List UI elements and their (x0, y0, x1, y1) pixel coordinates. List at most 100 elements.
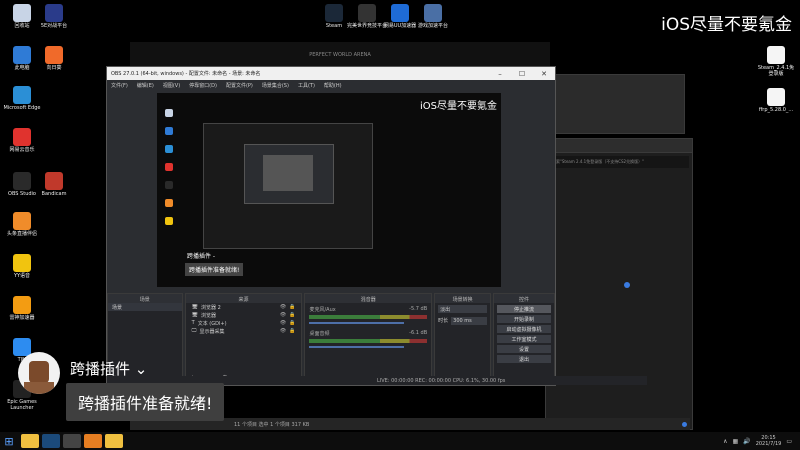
transition-type-select[interactable]: 淡出 (438, 305, 488, 313)
menu-item[interactable]: 视图(V) (163, 82, 180, 89)
chevron-down-icon[interactable]: ⌄ (135, 360, 148, 378)
lock-icon[interactable]: 🔒 (289, 320, 295, 326)
desktop-icon-label: 游戏加速平台 (417, 23, 448, 29)
control-button[interactable]: 设置 (497, 345, 551, 353)
controls-dock: 控件 停止推流 开始录制 启动虚拟摄像机 工作室模式 设置 退出 (493, 293, 555, 385)
desktop-icon-label: Steam_2.4.1免登录版 (757, 65, 795, 77)
app-icon (13, 86, 31, 104)
volume-icon[interactable]: 🔊 (743, 438, 750, 445)
lock-icon[interactable]: 🔒 (289, 328, 295, 334)
menu-item[interactable]: 编辑(E) (137, 82, 154, 89)
control-button[interactable]: 退出 (497, 355, 551, 363)
obs-title-text: OBS 27.0.1 (64-bit, windows) - 配置文件: 未命名… (111, 71, 261, 77)
source-type-icon: 🖵 (191, 328, 197, 334)
scroll-indicator-icon (682, 422, 687, 427)
desktop-icon-label: 雷神加速器 (9, 315, 35, 321)
preview-desktop-icon (165, 181, 173, 189)
visibility-icon[interactable]: 👁 (280, 320, 286, 326)
desktop-icon[interactable]: Bandicam (34, 172, 74, 198)
lock-icon[interactable]: 🔒 (289, 312, 295, 318)
plugin-avatar (18, 352, 60, 394)
desktop-icon[interactable]: 头条直播伴侣 (2, 212, 42, 238)
volume-slider[interactable] (309, 346, 404, 348)
control-button[interactable]: 启动虚拟摄像机 (497, 325, 551, 333)
app-icon (45, 46, 63, 64)
explorer-toolbar (546, 139, 692, 153)
control-button[interactable]: 停止推流 (497, 305, 551, 313)
background-window[interactable] (545, 74, 685, 134)
source-item[interactable]: 🖵 显示器采集 👁 🔒 (186, 327, 302, 335)
explorer-search[interactable]: 搜索"Steam 2.4.1免登录版（不支持CS2兑换版）" (549, 156, 689, 168)
preview-desktop-icon (165, 127, 173, 135)
preview-nested-capture (203, 123, 373, 249)
desktop-icon[interactable]: 网易云音乐 (2, 128, 42, 154)
desktop-icon[interactable]: ffrp_5.28.0_... (756, 88, 796, 114)
mixer-channel-name: 桌面音频 (309, 331, 330, 337)
file-icon (767, 88, 785, 106)
mixer-header: 混音器 (305, 294, 432, 303)
obs-menubar: 文件(F) 编辑(E) 视图(V) 停靠窗口(D) 配置文件(P) 场景集合(S) 工具(T… (107, 80, 555, 91)
transitions-header: 场景转换 (435, 294, 491, 303)
desktop-icon-label: Microsoft Edge (3, 105, 41, 111)
desktop-icon-label: Bandicam (41, 191, 67, 197)
desktop-icon[interactable]: Microsoft Edge (2, 86, 42, 112)
desktop-icon[interactable]: YY语音 (2, 254, 42, 280)
desktop-icon[interactable]: 向日葵 (34, 46, 74, 72)
obs-preview[interactable]: iOS尽量不要氪金 跨播插件 - 跨播插件准备就绪! (157, 93, 501, 287)
menu-item[interactable]: 停靠窗口(D) (189, 82, 217, 89)
menu-item[interactable]: 文件(F) (111, 82, 128, 89)
preview-desktop-icon (165, 163, 173, 171)
scene-item[interactable]: 场景 (108, 303, 182, 311)
source-item[interactable]: 🖥 浏览器 2 👁 🔒 (186, 303, 302, 311)
menu-item[interactable]: 场景集合(S) (262, 82, 289, 89)
network-icon[interactable]: ▦ (733, 438, 739, 445)
transition-duration-input[interactable]: 300 ms (451, 317, 488, 325)
control-button[interactable]: 开始录制 (497, 315, 551, 323)
control-button[interactable]: 工作室模式 (497, 335, 551, 343)
sources-dock: 来源 🖥浏览器 2👁🔒🖥浏览器👁🔒T文本 (GDI+)👁🔒🖵显示器采集👁🔒 + … (184, 293, 303, 385)
clock[interactable]: 20:15 2021/7/19 (756, 435, 782, 447)
desktop-icon[interactable]: 游戏加速平台 (413, 4, 453, 30)
file-explorer-window[interactable]: 搜索"Steam 2.4.1免登录版（不支持CS2兑换版）" (545, 138, 693, 430)
steam-icon[interactable] (42, 434, 60, 448)
maximize-icon[interactable]: ☐ (511, 70, 533, 78)
menu-item[interactable]: 工具(T) (298, 82, 315, 89)
scenes-header: 场景 (108, 294, 182, 303)
tray-arrow-icon[interactable]: ∧ (723, 438, 727, 445)
visibility-icon[interactable]: 👁 (280, 304, 286, 310)
taskbar: ⊞ ∧ ▦ 🔊 20:15 2021/7/19 ▭ (0, 432, 800, 450)
app-orange-icon[interactable] (84, 434, 102, 448)
source-item[interactable]: 🖥 浏览器 👁 🔒 (186, 311, 302, 319)
desktop-icon-label: ffrp_5.28.0_... (758, 107, 794, 113)
source-label: 文本 (GDI+) (197, 320, 227, 327)
file-explorer-icon[interactable] (21, 434, 39, 448)
app-icon (13, 212, 31, 230)
volume-slider[interactable] (309, 322, 404, 324)
desktop-icon[interactable]: 5E对战平台 (34, 4, 74, 30)
visibility-icon[interactable]: 👁 (280, 328, 286, 334)
folder-icon[interactable] (105, 434, 123, 448)
visibility-icon[interactable]: 👁 (280, 312, 286, 318)
obs-icon[interactable] (63, 434, 81, 448)
obs-window[interactable]: OBS 27.0.1 (64-bit, windows) - 配置文件: 未命名… (106, 66, 647, 386)
windows-start-icon[interactable]: ⊞ (0, 432, 18, 450)
minimize-icon[interactable]: – (489, 70, 511, 78)
app-icon (358, 4, 376, 22)
preview-nested-inner (263, 155, 313, 191)
app-icon (424, 4, 442, 22)
mixer-channel: 麦克风/Aux -5.7 dB (305, 303, 431, 327)
lock-icon[interactable]: 🔒 (289, 304, 295, 310)
desktop-icon-label: YY语音 (13, 273, 31, 279)
source-type-icon: T (191, 320, 195, 326)
desktop-icon[interactable]: 雷神加速器 (2, 296, 42, 322)
menu-item[interactable]: 帮助(H) (324, 82, 342, 89)
avatar-body (24, 382, 54, 394)
preview-desktop-icon (165, 145, 173, 153)
source-type-icon: 🖥 (191, 304, 198, 310)
stream-title-text: iOS尽量不要氪金 (661, 15, 792, 35)
notification-icon[interactable]: ▭ (786, 438, 792, 445)
menu-item[interactable]: 配置文件(P) (226, 82, 253, 89)
close-icon[interactable]: ✕ (533, 70, 555, 78)
desktop-icon[interactable]: Steam_2.4.1免登录版 (756, 46, 796, 77)
source-item[interactable]: T 文本 (GDI+) 👁 🔒 (186, 319, 302, 327)
